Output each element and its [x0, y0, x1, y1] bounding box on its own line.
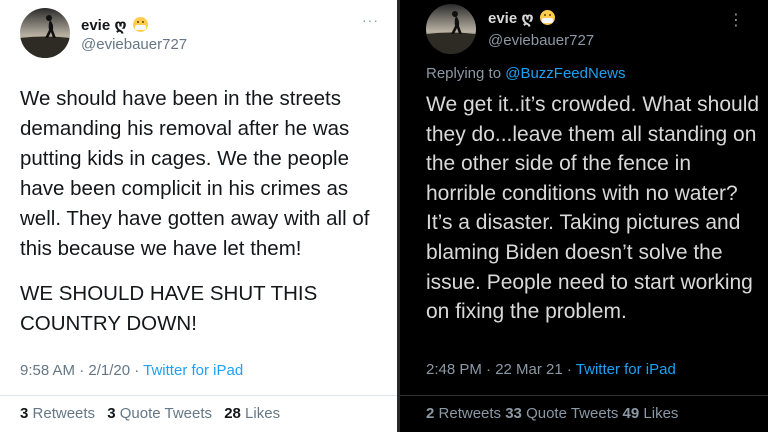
- quote-tweets-count: 3: [107, 405, 116, 422]
- likes-stat[interactable]: 49 Likes: [623, 405, 679, 422]
- avatar-image: [20, 8, 70, 58]
- right-display-name[interactable]: evie ღ: [488, 9, 555, 27]
- avatar-image: [426, 4, 476, 54]
- quote-tweets-label: Quote Tweets: [526, 405, 619, 422]
- quote-tweets-label: Quote Tweets: [119, 405, 213, 422]
- left-tweet-paragraph-1: We should have been in the streets deman…: [20, 87, 370, 260]
- display-name-text[interactable]: evie ღ: [81, 17, 127, 34]
- right-handle[interactable]: @eviebauer727: [488, 32, 594, 49]
- stats-divider: [0, 395, 397, 396]
- display-name-text[interactable]: evie ღ: [488, 10, 534, 27]
- quote-tweets-stat[interactable]: 3 Quote Tweets: [107, 405, 212, 422]
- mask-face-emoji-icon: [132, 17, 148, 32]
- likes-label: Likes: [245, 405, 281, 422]
- retweets-stat[interactable]: 3 Retweets: [20, 405, 95, 422]
- tweet-timestamp[interactable]: 2:48 PM · 22 Mar 21 ·: [426, 361, 576, 378]
- left-handle[interactable]: @eviebauer727: [81, 36, 187, 53]
- tweet-timestamp[interactable]: 9:58 AM · 2/1/20 ·: [20, 362, 143, 379]
- retweets-count: 2: [426, 405, 435, 422]
- retweets-label: Retweets: [438, 405, 502, 422]
- left-tweet-paragraph-2: WE SHOULD HAVE SHUT THIS COUNTRY DOWN!: [20, 282, 318, 335]
- stats-divider: [400, 395, 768, 396]
- quote-tweets-stat[interactable]: 33 Quote Tweets: [505, 405, 618, 422]
- right-avatar[interactable]: [426, 4, 476, 54]
- replying-to-mention-link[interactable]: @BuzzFeedNews: [505, 65, 625, 82]
- left-display-name[interactable]: evie ღ: [81, 16, 148, 34]
- left-avatar[interactable]: [20, 8, 70, 58]
- left-tweet-stats: 3 Retweets 3 Quote Tweets 28 Likes: [20, 405, 280, 422]
- right-tweet-card: evie ღ @eviebauer727 ⋮ Replying to @Buzz…: [400, 0, 768, 432]
- tweet-source-link[interactable]: Twitter for iPad: [143, 362, 243, 379]
- likes-count: 28: [224, 405, 241, 422]
- replying-to-prefix: Replying to: [426, 65, 506, 82]
- likes-stat[interactable]: 28 Likes: [224, 405, 280, 422]
- retweets-stat[interactable]: 2 Retweets: [426, 405, 501, 422]
- left-tweet-meta: 9:58 AM · 2/1/20 · Twitter for iPad: [20, 362, 243, 379]
- right-tweet-body: We get it..it’s crowded. What should the…: [426, 93, 760, 324]
- mask-face-emoji-icon: [539, 10, 555, 25]
- right-tweet-stats: 2 Retweets 33 Quote Tweets 49 Likes: [426, 405, 678, 422]
- replying-to-line: Replying to @BuzzFeedNews: [426, 65, 626, 82]
- more-options-icon[interactable]: ···: [362, 12, 379, 28]
- right-tweet-meta: 2:48 PM · 22 Mar 21 · Twitter for iPad: [426, 361, 676, 378]
- quote-tweets-count: 33: [505, 405, 522, 422]
- retweets-count: 3: [20, 405, 29, 422]
- retweets-label: Retweets: [32, 405, 96, 422]
- tweet-source-link[interactable]: Twitter for iPad: [576, 361, 676, 378]
- more-options-icon[interactable]: ⋮: [728, 10, 744, 30]
- likes-label: Likes: [643, 405, 679, 422]
- left-tweet-card: evie ღ @eviebauer727 ··· We should have …: [0, 0, 397, 432]
- likes-count: 49: [622, 405, 640, 422]
